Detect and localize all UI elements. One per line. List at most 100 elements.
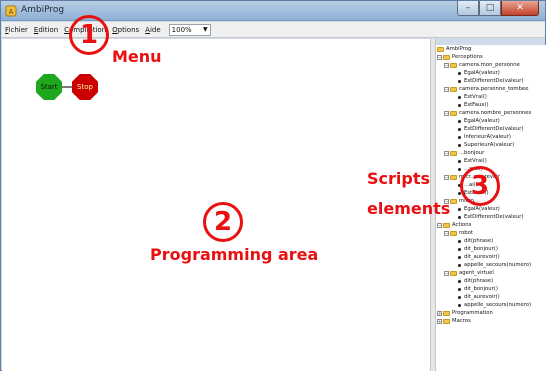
collapse-icon[interactable]: − — [444, 110, 449, 116]
tree-node-camera-mon-personne[interactable]: − camera.mon_personne — [444, 61, 520, 69]
tree-node-perceptions[interactable]: − Perceptions — [437, 53, 483, 61]
folder-icon — [450, 62, 457, 68]
tree-node-label: agent_virtuel — [459, 270, 494, 276]
tree-node-label: robot — [459, 230, 473, 236]
tree-leaf[interactable]: EstDifferentDe(valeur) — [458, 213, 524, 221]
menu-aide[interactable]: Aide — [142, 23, 164, 37]
tree-leaf[interactable]: EgalA(valeur) — [458, 117, 500, 125]
tree-leaf[interactable]: EgalA(valeur) — [458, 205, 500, 213]
tree-leaf[interactable]: dit(phrase) — [458, 277, 493, 285]
collapse-icon[interactable]: − — [444, 86, 449, 92]
tree-leaf-label: EstVrai() — [464, 158, 487, 164]
tree-leaf[interactable]: EstDifferentDe(valeur) — [458, 77, 524, 85]
collapse-icon[interactable]: − — [437, 54, 442, 60]
tree-node-agent-virtuel[interactable]: − agent_virtuel — [444, 269, 494, 277]
tree-node-programmation[interactable]: + Programmation — [437, 309, 493, 317]
leaf-bullet-icon — [458, 143, 461, 147]
tree-node-macros[interactable]: + Macros — [437, 317, 471, 325]
folder-icon — [437, 46, 444, 52]
tree-leaf-label: EstVrai() — [464, 94, 487, 100]
folder-icon — [443, 222, 450, 228]
zoom-select[interactable]: 100% ▼ — [168, 23, 211, 36]
expand-icon[interactable]: + — [437, 318, 442, 324]
tree-node-label: Perceptions — [452, 54, 483, 60]
folder-icon — [450, 110, 457, 116]
collapse-icon[interactable]: − — [444, 174, 449, 180]
collapse-icon[interactable]: − — [444, 230, 449, 236]
collapse-icon[interactable]: − — [444, 62, 449, 68]
leaf-bullet-icon — [458, 159, 461, 163]
tree-leaf-label: appelle_secours(numero) — [464, 262, 532, 268]
tree-node-label: Programmation — [452, 310, 493, 316]
menu-fichier[interactable]: Fichier — [2, 23, 31, 37]
tree-node-root[interactable]: AmbiProg — [437, 45, 471, 53]
tree-leaf-label: appelle_secours(numero) — [464, 302, 532, 308]
tree-leaf-label: dit_aurevoir() — [464, 254, 500, 260]
tree-leaf[interactable]: dit_aurevoir() — [458, 293, 500, 301]
collapse-icon[interactable]: − — [444, 150, 449, 156]
scripts-tree: AmbiProg − Perceptions − camera.mon_person… — [436, 45, 546, 371]
annotation-label-programming-area: Programming area — [150, 245, 319, 264]
tree-node-actions[interactable]: − Actions — [437, 221, 471, 229]
tree-leaf[interactable]: dit_bonjour() — [458, 245, 498, 253]
menu-edition[interactable]: Edition — [31, 23, 61, 37]
leaf-bullet-icon — [458, 287, 461, 291]
tree-leaf[interactable]: dit_bonjour() — [458, 285, 498, 293]
tree-leaf-label: dit_bonjour() — [464, 246, 498, 252]
leaf-bullet-icon — [458, 215, 461, 219]
annotation-number-2: 2 — [213, 207, 233, 237]
menu-options-label: ptions — [117, 25, 140, 34]
tree-node-label: camera.nombre_personnes — [459, 110, 532, 116]
tree-leaf[interactable]: EstVrai() — [458, 157, 487, 165]
tree-leaf[interactable]: EstVrai() — [458, 93, 487, 101]
tree-leaf-label: dit_bonjour() — [464, 286, 498, 292]
annotation-number-1: 1 — [79, 20, 99, 50]
tree-node-label: ...bonjour — [459, 150, 485, 156]
annotation-label-scripts: Scripts — [367, 169, 431, 188]
annotation-circle-2: 2 — [203, 202, 243, 242]
leaf-bullet-icon — [458, 167, 461, 171]
tree-leaf[interactable]: appelle_secours(numero) — [458, 261, 531, 269]
tree-node-camera-personne-tombee[interactable]: − camera.personne_tombee — [444, 85, 528, 93]
collapse-icon[interactable]: − — [437, 222, 442, 228]
expand-icon[interactable]: + — [437, 310, 442, 316]
folder-icon — [450, 270, 457, 276]
tree-leaf[interactable]: SuperieurA(valeur) — [458, 141, 514, 149]
folder-icon — [443, 54, 450, 60]
collapse-icon[interactable]: − — [444, 270, 449, 276]
folder-icon — [450, 86, 457, 92]
leaf-bullet-icon — [458, 303, 461, 307]
leaf-bullet-icon — [458, 103, 461, 107]
start-block[interactable]: Start — [36, 74, 62, 100]
tree-leaf[interactable]: dit(phrase) — [458, 237, 493, 245]
close-button[interactable]: ✕ — [501, 1, 539, 16]
annotation-label-menu: Menu — [112, 47, 162, 66]
tree-leaf[interactable]: appelle_secours(numero) — [458, 301, 531, 309]
leaf-bullet-icon — [458, 135, 461, 139]
annotation-circle-1: 1 — [69, 15, 109, 55]
folder-icon — [450, 174, 457, 180]
leaf-bullet-icon — [458, 239, 461, 243]
leaf-bullet-icon — [458, 95, 461, 99]
menu-options[interactable]: Options — [109, 23, 142, 37]
tree-leaf[interactable]: InferieurA(valeur) — [458, 133, 511, 141]
start-block-label: Start — [40, 83, 58, 91]
tree-leaf-label: EgalA(valeur) — [464, 70, 500, 76]
folder-icon — [443, 318, 450, 324]
tree-leaf[interactable]: EstDifferentDe(valeur) — [458, 125, 524, 133]
tree-node-camera-nombre-personnes[interactable]: − camera.nombre_personnes — [444, 109, 531, 117]
tree-leaf-label: EgalA(valeur) — [464, 118, 500, 124]
tree-leaf-label: EgalA(valeur) — [464, 206, 500, 212]
minimize-button[interactable]: – — [457, 1, 479, 16]
tree-leaf[interactable]: dit_aurevoir() — [458, 253, 500, 261]
maximize-button[interactable]: □ — [479, 1, 501, 16]
annotation-label-elements: elements — [367, 199, 451, 218]
tree-leaf[interactable]: EgalA(valeur) — [458, 69, 500, 77]
menu-edition-label: dition — [38, 25, 59, 34]
stop-block[interactable]: Stop — [72, 74, 98, 100]
tree-node-label: camera.mon_personne — [459, 62, 520, 68]
tree-node-micro-bonjour[interactable]: − ...bonjour — [444, 149, 484, 157]
block-connector — [61, 86, 73, 88]
tree-leaf[interactable]: EstFaux() — [458, 101, 489, 109]
tree-node-robot[interactable]: − robot — [444, 229, 473, 237]
